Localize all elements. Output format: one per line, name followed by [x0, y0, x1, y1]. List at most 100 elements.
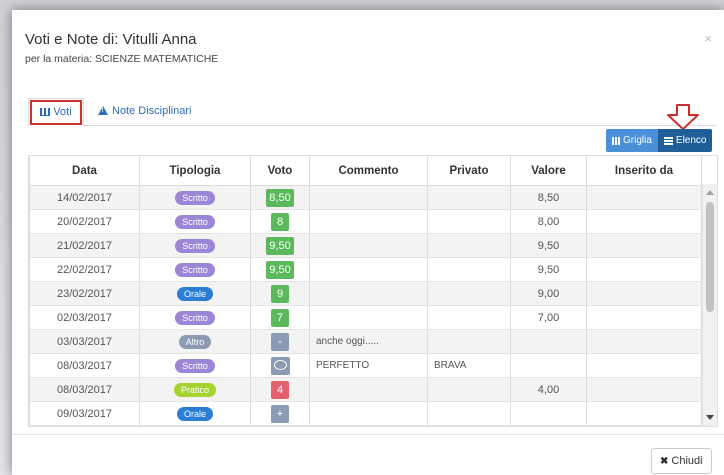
tipologia-badge: Scritto [175, 310, 215, 325]
cell-data: 08/03/2017 [29, 377, 140, 402]
table-scrollbar[interactable] [702, 184, 717, 426]
tab-note-disciplinari[interactable]: Note Disciplinari [90, 98, 199, 125]
chiudi-label: Chiudi [671, 455, 703, 467]
tab-voti[interactable]: Voti [28, 98, 84, 127]
col-header-data[interactable]: Data [29, 156, 140, 186]
cell-valore: 9,50 [510, 233, 587, 258]
cell-inserito-da [586, 185, 702, 210]
cell-valore: 8,50 [510, 185, 587, 210]
table-header-row: Data Tipologia Voto Commento Privato Val… [29, 156, 702, 186]
cell-voto: - [250, 329, 310, 354]
cell-tipologia: Scritto [139, 185, 251, 210]
cell-tipologia: Scritto [139, 257, 251, 282]
griglia-label: Griglia [623, 135, 652, 146]
voto-badge[interactable]: 9,50 [266, 236, 294, 255]
voto-badge[interactable]: 8 [271, 212, 289, 231]
cell-valore: 4,00 [510, 377, 587, 402]
tab-note-label: Note Disciplinari [112, 105, 192, 117]
tipologia-badge: Scritto [175, 262, 215, 277]
tipologia-badge: Pratico [173, 382, 216, 397]
cell-inserito-da [586, 257, 702, 282]
cell-data: 23/02/2017 [29, 281, 140, 306]
col-header-valore[interactable]: Valore [510, 156, 587, 186]
cell-voto [250, 353, 310, 378]
cell-commento [309, 209, 428, 234]
close-x-icon: ✖ [660, 456, 669, 467]
voto-badge[interactable]: 7 [271, 308, 289, 327]
elenco-button[interactable]: Elenco [657, 129, 713, 152]
table-row[interactable]: 02/03/2017 Scritto 7 7,00 [29, 305, 702, 330]
list-icon [663, 136, 673, 145]
table-row[interactable]: 14/02/2017 Scritto 8,50 8,50 [29, 185, 702, 210]
col-header-voto[interactable]: Voto [250, 156, 310, 186]
cell-voto: 9,50 [250, 233, 310, 258]
close-icon[interactable]: × [704, 31, 712, 46]
table-row[interactable]: 22/02/2017 Scritto 9,50 9,50 [29, 257, 702, 282]
cell-data: 08/03/2017 [29, 353, 140, 378]
cell-data: 21/02/2017 [29, 233, 140, 258]
cell-tipologia: Scritto [139, 209, 251, 234]
cell-inserito-da [586, 377, 702, 402]
warning-icon [98, 106, 108, 115]
cell-commento [309, 185, 428, 210]
table-row[interactable]: 09/03/2017 Orale + [29, 401, 702, 426]
grid-icon [612, 136, 620, 145]
tipologia-badge: Altro [178, 334, 212, 349]
cell-voto: 8,50 [250, 185, 310, 210]
cell-valore: 9,00 [510, 281, 587, 306]
cell-valore [510, 329, 587, 354]
table-row[interactable]: 08/03/2017 Pratico 4 4,00 [29, 377, 702, 402]
cell-inserito-da [586, 353, 702, 378]
cell-commento [309, 233, 428, 258]
cell-commento [309, 305, 428, 330]
cell-commento [309, 377, 428, 402]
cell-voto: + [250, 401, 310, 426]
table-row[interactable]: 08/03/2017 Scritto PERFETTO BRAVA [29, 353, 702, 378]
cell-valore [510, 353, 587, 378]
cell-data: 09/03/2017 [29, 401, 140, 426]
comment-icon[interactable] [270, 356, 290, 375]
cell-valore: 7,00 [510, 305, 587, 330]
col-header-tipologia[interactable]: Tipologia [139, 156, 251, 186]
scroll-up-icon[interactable] [706, 190, 714, 195]
grades-modal: Voti e Note di: Vitulli Anna per la mate… [12, 10, 724, 475]
cell-commento [309, 281, 428, 306]
scroll-down-icon[interactable] [706, 415, 714, 420]
voto-badge[interactable]: - [271, 332, 289, 351]
voto-badge[interactable]: 4 [271, 380, 289, 399]
voto-badge[interactable]: + [271, 404, 289, 423]
cell-tipologia: Scritto [139, 305, 251, 330]
scrollbar-thumb[interactable] [706, 202, 714, 312]
cell-privato [427, 257, 511, 282]
table-row[interactable]: 23/02/2017 Orale 9 9,00 [29, 281, 702, 306]
table-row[interactable]: 03/03/2017 Altro - anche oggi..... [29, 329, 702, 354]
cell-inserito-da [586, 209, 702, 234]
cell-data: 22/02/2017 [29, 257, 140, 282]
voto-badge[interactable]: 9 [271, 284, 289, 303]
cell-voto: 9 [250, 281, 310, 306]
voto-badge[interactable]: 8,50 [266, 188, 294, 207]
tab-highlight-box [30, 100, 82, 125]
cell-data: 03/03/2017 [29, 329, 140, 354]
cell-voto: 7 [250, 305, 310, 330]
cell-tipologia: Scritto [139, 233, 251, 258]
cell-privato [427, 329, 511, 354]
cell-inserito-da [586, 281, 702, 306]
chiudi-button[interactable]: ✖ Chiudi [651, 448, 712, 474]
cell-privato [427, 233, 511, 258]
voto-badge[interactable]: 9,50 [266, 260, 294, 279]
col-header-inserito-da[interactable]: Inserito da [586, 156, 702, 186]
cell-voto: 9,50 [250, 257, 310, 282]
griglia-button[interactable]: Griglia [606, 129, 658, 152]
cell-privato [427, 305, 511, 330]
grades-table: Data Tipologia Voto Commento Privato Val… [29, 156, 702, 426]
cell-privato [427, 281, 511, 306]
table-row[interactable]: 20/02/2017 Scritto 8 8,00 [29, 209, 702, 234]
col-header-commento[interactable]: Commento [309, 156, 428, 186]
col-header-privato[interactable]: Privato [427, 156, 511, 186]
speech-bubble-icon [273, 359, 287, 370]
cell-inserito-da [586, 305, 702, 330]
cell-inserito-da [586, 233, 702, 258]
cell-data: 20/02/2017 [29, 209, 140, 234]
table-row[interactable]: 21/02/2017 Scritto 9,50 9,50 [29, 233, 702, 258]
